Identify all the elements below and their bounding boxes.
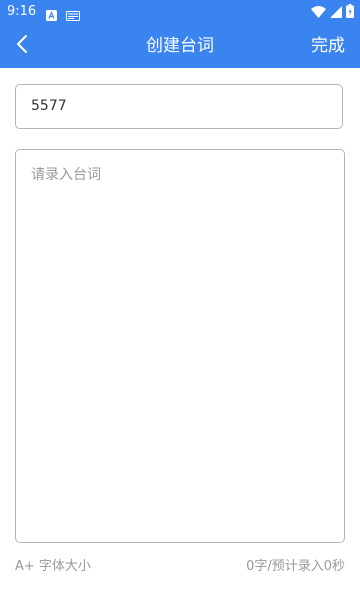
app-notification-icon: [46, 6, 57, 21]
wifi-icon: [311, 3, 326, 22]
back-button[interactable]: [8, 32, 36, 60]
font-size-button[interactable]: A+ 字体大小: [15, 558, 91, 576]
status-time: 9:16: [7, 4, 37, 19]
status-bar: 9:16: [0, 0, 360, 24]
done-button[interactable]: 完成: [311, 24, 345, 68]
create-script-screen: 9:16 创建台词 完成 5577 请录入台词 A+ 字体大小 0字/预计录入0…: [0, 0, 360, 600]
script-name-input[interactable]: 5577: [15, 84, 343, 129]
battery-icon: [346, 3, 354, 22]
word-count-label: 0字/预计录入0秒: [246, 559, 345, 574]
editor-footer: A+ 字体大小 0字/预计录入0秒: [15, 558, 345, 576]
chevron-left-icon: [16, 34, 28, 58]
signal-icon: [330, 3, 342, 22]
script-content-textarea[interactable]: 请录入台词: [15, 149, 345, 543]
sd-card-icon: [66, 6, 80, 21]
page-title: 创建台词: [146, 36, 214, 56]
status-indicators: [311, 3, 354, 22]
script-content-placeholder: 请录入台词: [31, 167, 101, 183]
title-bar: 创建台词 完成: [0, 24, 360, 68]
